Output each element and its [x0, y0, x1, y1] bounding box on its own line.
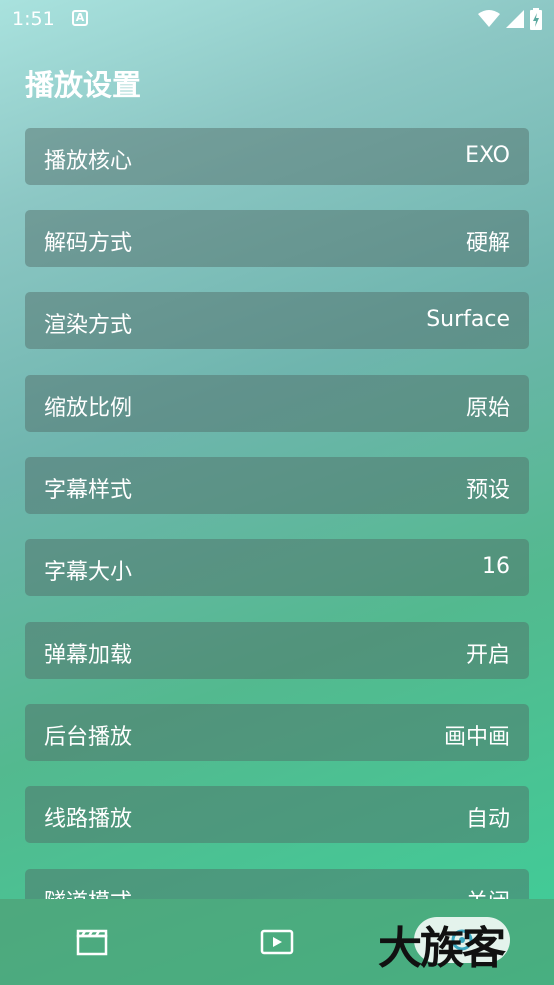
- setting-row-danmaku[interactable]: 弹幕加载 开启: [25, 622, 529, 679]
- setting-value: 画中画: [443, 725, 510, 750]
- setting-label: 播放核心: [44, 149, 133, 174]
- setting-value: 关闭: [466, 884, 510, 899]
- setting-label: 线路播放: [44, 807, 133, 832]
- setting-row-render[interactable]: 渲染方式 Surface: [25, 292, 529, 349]
- wifi-icon: [478, 10, 500, 27]
- setting-row-background-play[interactable]: 后台播放 画中画: [25, 704, 529, 761]
- play-icon[interactable]: [260, 927, 294, 957]
- setting-row-subtitle-size[interactable]: 字幕大小 16: [25, 539, 529, 596]
- setting-row-subtitle-style[interactable]: 字幕样式 预设: [25, 457, 529, 514]
- setting-value: 硬解: [465, 231, 510, 256]
- setting-label: 后台播放: [44, 725, 133, 750]
- setting-row-player-core[interactable]: 播放核心 EXO: [25, 128, 529, 185]
- a-square-icon: A: [72, 10, 88, 26]
- setting-value: 自动: [465, 807, 510, 832]
- setting-label: 渲染方式: [44, 313, 133, 338]
- setting-row-decode[interactable]: 解码方式 硬解: [25, 210, 529, 267]
- setting-value: 预设: [465, 478, 510, 503]
- setting-value: 原始: [465, 396, 510, 421]
- status-icons: [478, 8, 542, 30]
- setting-value: EXO: [465, 143, 510, 168]
- status-bar: 1:51 A: [0, 0, 554, 40]
- watermark-logo: 大族客: [378, 923, 506, 974]
- setting-value: 开启: [465, 643, 510, 668]
- setting-row-scale[interactable]: 缩放比例 原始: [25, 375, 529, 432]
- signal-icon: [506, 10, 524, 28]
- film-icon[interactable]: [76, 927, 110, 957]
- page-title: 播放设置: [25, 68, 142, 102]
- setting-label: 字幕样式: [44, 478, 133, 503]
- setting-row-route-play[interactable]: 线路播放 自动: [25, 786, 529, 843]
- setting-label: 解码方式: [44, 231, 133, 256]
- setting-label: 隧道模式: [44, 884, 132, 899]
- setting-value: Surface: [426, 307, 510, 332]
- setting-row-tunnel-mode[interactable]: 隧道模式 关闭: [25, 869, 529, 899]
- setting-label: 弹幕加载: [44, 643, 133, 668]
- settings-list[interactable]: 播放核心 EXO 解码方式 硬解 渲染方式 Surface 缩放比例 原始 字幕…: [25, 128, 529, 899]
- setting-value: 16: [482, 554, 510, 579]
- battery-charging-icon: [530, 8, 542, 30]
- status-time: 1:51: [12, 8, 55, 30]
- setting-label: 字幕大小: [44, 560, 133, 585]
- setting-label: 缩放比例: [44, 396, 133, 421]
